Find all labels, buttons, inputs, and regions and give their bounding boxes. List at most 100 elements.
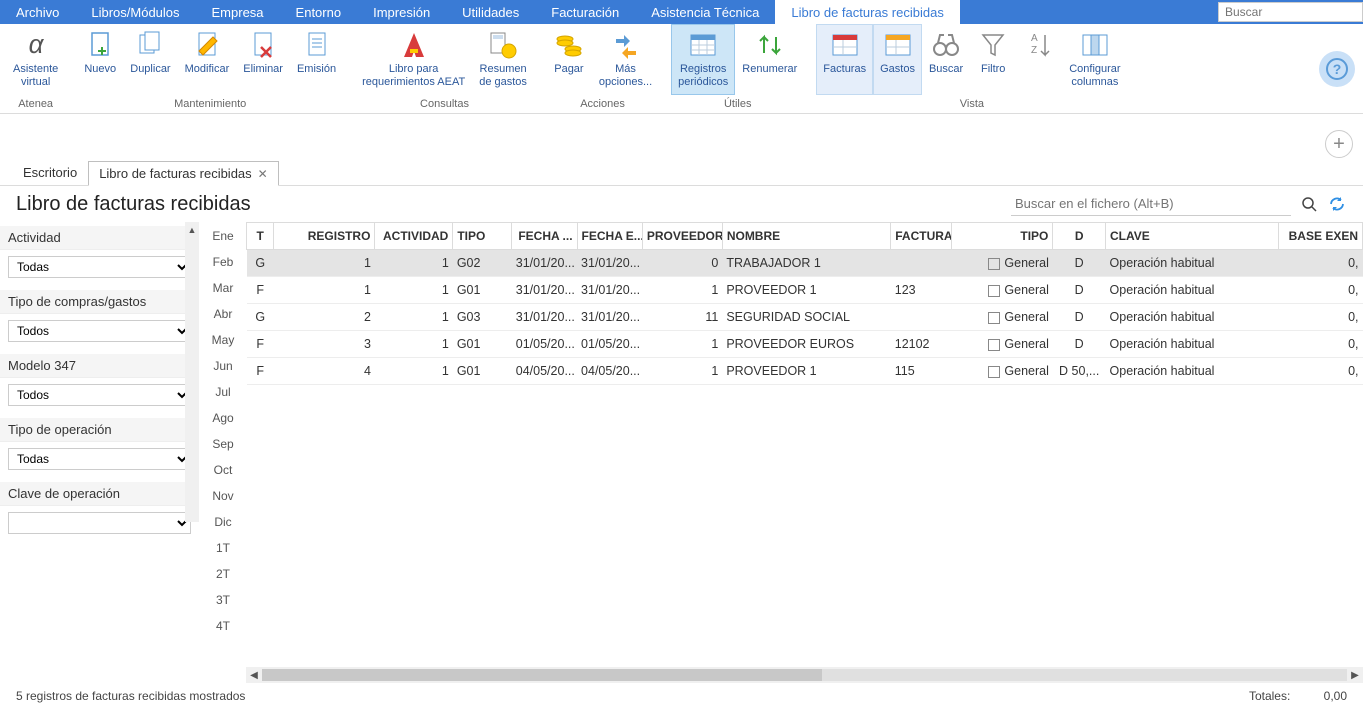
ribbon-btn-label: Duplicar [130,63,170,89]
doc-del-icon [247,29,279,61]
svg-text:A: A [1031,33,1038,44]
col-header-fecha[interactable]: FECHA ... [512,223,577,250]
table-row[interactable]: F41G0104/05/20...04/05/20...1PROVEEDOR 1… [247,358,1363,385]
tab-escritorio[interactable]: Escritorio [12,160,88,185]
ribbon-registros-button[interactable]: Registrosperiódicos [671,24,735,95]
month-Dic[interactable]: Dic [200,510,246,536]
table-row[interactable]: G21G0331/01/20...31/01/20...11SEGURIDAD … [247,304,1363,331]
checkbox-icon[interactable] [988,312,1000,324]
filter-select-4[interactable] [8,512,191,534]
cell-tipo: G02 [453,250,512,277]
menu-impresion[interactable]: Impresión [357,0,446,24]
scroll-left-icon[interactable]: ◀ [246,667,262,683]
data-grid[interactable]: TREGISTROACTIVIDADTIPOFECHA ...FECHA E..… [246,222,1363,667]
ribbon-asistente-button[interactable]: αAsistentevirtual [6,24,65,95]
ribbon-modificar-button[interactable]: Modificar [178,24,237,95]
month-Sep[interactable]: Sep [200,432,246,458]
ribbon-mas-opciones-button[interactable]: Másopciones... [592,24,659,95]
month-4T[interactable]: 4T [200,614,246,640]
scroll-up-icon[interactable]: ▲ [185,222,199,238]
menu-facturacion[interactable]: Facturación [535,0,635,24]
month-Abr[interactable]: Abr [200,302,246,328]
col-header-nombre[interactable]: NOMBRE [722,223,890,250]
month-1T[interactable]: 1T [200,536,246,562]
month-May[interactable]: May [200,328,246,354]
ribbon-config-col-button[interactable]: Configurarcolumnas [1062,24,1127,95]
col-header-proveedor[interactable]: PROVEEDOR [642,223,722,250]
filter-select-0[interactable]: Todas [8,256,191,278]
month-Mar[interactable]: Mar [200,276,246,302]
ribbon-btn-label: Másopciones... [599,63,652,89]
table-row[interactable]: F31G0101/05/20...01/05/20...1PROVEEDOR E… [247,331,1363,358]
month-Jun[interactable]: Jun [200,354,246,380]
table-row[interactable]: F11G0131/01/20...31/01/20...1PROVEEDOR 1… [247,277,1363,304]
ribbon-renumerar-button[interactable]: Renumerar [735,24,804,95]
col-header-fecha_e[interactable]: FECHA E... [577,223,642,250]
file-search-input[interactable] [1011,192,1291,216]
search-icon[interactable] [1299,194,1319,214]
filter-select-3[interactable]: Todas [8,448,191,470]
ribbon-duplicar-button[interactable]: Duplicar [123,24,177,95]
tab-libro-facturas[interactable]: Libro de facturas recibidas ✕ [88,161,279,186]
col-header-factura[interactable]: FACTURA [891,223,952,250]
month-Nov[interactable]: Nov [200,484,246,510]
ribbon-buscar-button[interactable]: Buscar [922,24,970,95]
ribbon-eliminar-button[interactable]: Eliminar [236,24,290,95]
checkbox-icon[interactable] [988,366,1000,378]
tab-label: Libro de facturas recibidas [99,166,251,181]
checkbox-icon[interactable] [988,339,1000,351]
checkbox-icon[interactable] [988,285,1000,297]
ribbon-gastos-button[interactable]: Gastos [873,24,922,95]
ribbon-pagar-button[interactable]: Pagar [546,24,592,95]
month-Oct[interactable]: Oct [200,458,246,484]
calc-coin-icon [487,29,519,61]
menu-asistencia[interactable]: Asistencia Técnica [635,0,775,24]
col-header-actividad[interactable]: ACTIVIDAD [375,223,453,250]
col-header-d[interactable]: D [1053,223,1106,250]
cell-t: G [247,304,274,331]
page-header: Libro de facturas recibidas [0,186,1363,222]
checkbox-icon[interactable] [988,258,1000,270]
sidebar-scrollbar[interactable]: ▲ [185,222,199,522]
menu-archivo[interactable]: Archivo [0,0,75,24]
col-header-tipo[interactable]: TIPO [453,223,512,250]
add-circle-button[interactable]: + [1325,130,1353,158]
ribbon-facturas-button[interactable]: Facturas [816,24,873,95]
col-header-base[interactable]: BASE EXEN [1278,223,1362,250]
ribbon-btn-label: Eliminar [243,63,283,89]
menu-libros[interactable]: Libros/Módulos [75,0,195,24]
ribbon-nuevo-button[interactable]: Nuevo [77,24,123,95]
horizontal-scrollbar[interactable]: ◀ ▶ [246,667,1363,683]
ribbon-resumen-button[interactable]: Resumende gastos [472,24,534,95]
ribbon-btn-label: Filtro [981,63,1005,89]
month-3T[interactable]: 3T [200,588,246,614]
filter-select-2[interactable]: Todos [8,384,191,406]
month-Ene[interactable]: Ene [200,224,246,250]
sort-icon: AZ [1023,29,1055,61]
filter-label-0: Actividad [0,226,199,250]
filter-select-1[interactable]: Todos [8,320,191,342]
col-header-tipo2[interactable]: TIPO [952,223,1053,250]
month-Jul[interactable]: Jul [200,380,246,406]
ribbon-filtro-button[interactable]: Filtro [970,24,1016,95]
ribbon-btn-label: Configurarcolumnas [1069,63,1120,89]
col-header-registro[interactable]: REGISTRO [274,223,375,250]
global-search-input[interactable] [1218,2,1363,22]
menu-entorno[interactable]: Entorno [280,0,358,24]
table-row[interactable]: G11G0231/01/20...31/01/20...0TRABAJADOR … [247,250,1363,277]
month-2T[interactable]: 2T [200,562,246,588]
ribbon-orden-button[interactable]: AZ [1016,24,1062,95]
menu-libro-facturas[interactable]: Libro de facturas recibidas [775,0,959,24]
col-header-t[interactable]: T [247,223,274,250]
month-Ago[interactable]: Ago [200,406,246,432]
scroll-right-icon[interactable]: ▶ [1347,667,1363,683]
refresh-icon[interactable] [1327,194,1347,214]
col-header-clave[interactable]: CLAVE [1106,223,1279,250]
help-icon[interactable]: ? [1319,51,1355,87]
menu-empresa[interactable]: Empresa [196,0,280,24]
menu-utilidades[interactable]: Utilidades [446,0,535,24]
close-icon[interactable]: ✕ [258,167,268,181]
ribbon-libro-aeat-button[interactable]: Libro pararequerimientos AEAT [355,24,472,95]
ribbon-emision-button[interactable]: Emisión [290,24,343,95]
month-Feb[interactable]: Feb [200,250,246,276]
